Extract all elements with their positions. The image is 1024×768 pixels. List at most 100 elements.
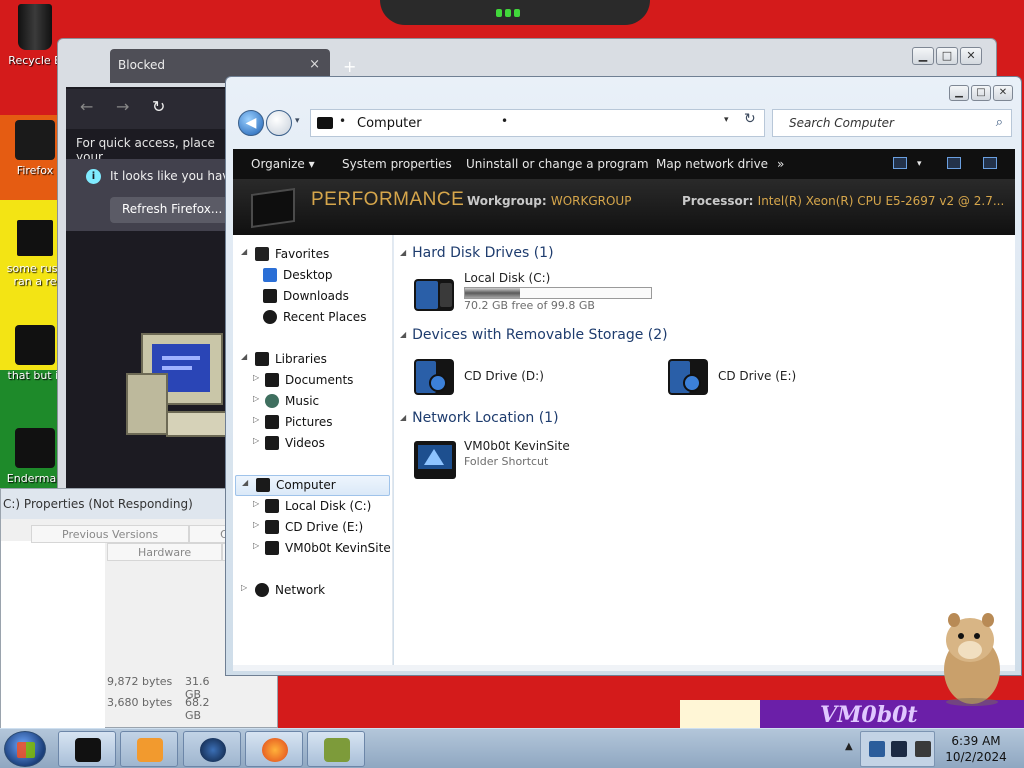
bytes-value: 3,680 bytes [107, 696, 173, 709]
recent-pages-chevron-down-icon[interactable]: ▾ [295, 116, 300, 126]
network-folder-icon [265, 541, 279, 555]
sidebar-item-music[interactable]: ▷ Music [253, 392, 393, 412]
preview-pane-icon[interactable] [947, 157, 961, 169]
breadcrumb-location[interactable]: Computer [357, 116, 422, 131]
collapsed-icon[interactable]: ▷ [241, 583, 247, 592]
organize-label: Organize [251, 157, 305, 171]
collapsed-icon[interactable]: ▷ [253, 394, 259, 403]
network-status-icon[interactable] [891, 741, 907, 757]
downloads-icon [263, 289, 277, 303]
computer-name: PERFORMANCE [311, 189, 465, 210]
sidebar-item-label: Favorites [275, 247, 330, 261]
search-icon[interactable]: ⌕ [996, 115, 1003, 130]
minimize-icon[interactable]: ▁ [912, 47, 934, 65]
collapsed-icon[interactable]: ▷ [253, 499, 259, 508]
bytes-value: 9,872 bytes [107, 675, 173, 688]
system-properties-button[interactable]: System properties [342, 157, 452, 171]
sidebar-item-desktop[interactable]: Desktop [263, 266, 393, 286]
organize-button[interactable]: Organize ▾ [251, 157, 315, 171]
collapsed-icon[interactable]: ▷ [253, 373, 259, 382]
shield-icon[interactable] [869, 741, 885, 757]
expanded-icon[interactable]: ◢ [241, 352, 247, 361]
drive-cd-drive-d[interactable]: CD Drive (D:) [412, 353, 612, 403]
sidebar-item-label: Computer [276, 478, 336, 492]
close-icon[interactable]: ✕ [960, 47, 982, 65]
sidebar-item-libraries[interactable]: ◢ Libraries [241, 350, 391, 370]
taskbar-app-firefox[interactable] [245, 731, 303, 767]
sidebar-item-kevinsite[interactable]: ▷ VM0b0t KevinSite [253, 539, 393, 559]
info-icon: i [86, 169, 101, 184]
address-chevron-down-icon[interactable]: ▾ [724, 115, 729, 125]
explorer-window-controls: ▁ □ ✕ [949, 85, 1013, 101]
collapsed-icon[interactable]: ▷ [253, 436, 259, 445]
network-location-kevinsite[interactable]: VM0b0t KevinSite Folder Shortcut [412, 437, 632, 487]
collapsed-icon[interactable]: ▷ [253, 520, 259, 529]
search-input[interactable]: Search Computer ⌕ [772, 109, 1012, 137]
collapsed-icon[interactable]: ▷ [253, 541, 259, 550]
start-button[interactable] [4, 731, 46, 767]
sidebar-item-pictures[interactable]: ▷ Pictures [253, 413, 393, 433]
group-header-hard-disk-drives[interactable]: ◢ Hard Disk Drives (1) [400, 245, 554, 265]
volume-icon[interactable] [915, 741, 931, 757]
sidebar-item-recent-places[interactable]: Recent Places [263, 308, 393, 328]
uninstall-program-button[interactable]: Uninstall or change a program [466, 157, 649, 171]
breadcrumb-separator[interactable]: • [339, 114, 346, 128]
taskbar-app-box[interactable] [307, 731, 365, 767]
refresh-icon[interactable]: ↻ [744, 111, 756, 127]
expanded-icon[interactable]: ◢ [242, 478, 248, 487]
sidebar-item-cd-drive-e[interactable]: ▷ CD Drive (E:) [253, 518, 393, 538]
address-box[interactable]: • Computer • [310, 109, 765, 137]
back-button[interactable]: ◀ [238, 110, 264, 136]
collapsed-icon[interactable]: ▷ [253, 415, 259, 424]
sidebar-item-downloads[interactable]: Downloads [263, 287, 393, 307]
content-pane: ◢ Hard Disk Drives (1) Local Disk (C:) 70… [394, 235, 1015, 665]
gb-value: 68.2 GB [185, 696, 210, 722]
expanded-icon[interactable]: ◢ [241, 247, 247, 256]
minimize-icon[interactable]: ▁ [949, 85, 969, 101]
close-icon[interactable]: ✕ [993, 85, 1013, 101]
map-network-drive-button[interactable]: Map network drive [656, 157, 768, 171]
help-icon[interactable] [983, 157, 997, 169]
close-tab-icon[interactable]: × [309, 57, 320, 72]
sidebar-item-favorites[interactable]: ◢ Favorites [241, 245, 391, 265]
processor-label: Processor: [682, 194, 754, 208]
sidebar-item-local-disk[interactable]: ▷ Local Disk (C:) [253, 497, 393, 517]
sidebar-item-documents[interactable]: ▷ Documents [253, 371, 393, 391]
drive-cd-drive-e[interactable]: CD Drive (E:) [666, 353, 866, 403]
drive-name: CD Drive (E:) [718, 369, 797, 383]
explorer-bottom-border [233, 665, 1015, 671]
group-header-removable-storage[interactable]: ◢ Devices with Removable Storage (2) [400, 327, 668, 347]
tab-title: Blocked [118, 58, 166, 72]
forward-button[interactable] [266, 110, 292, 136]
group-header-network-location[interactable]: ◢ Network Location (1) [400, 410, 559, 430]
refresh-firefox-button[interactable]: Refresh Firefox... [110, 197, 230, 223]
tab-hardware[interactable]: Hardware [107, 543, 223, 561]
sidebar-item-videos[interactable]: ▷ Videos [253, 434, 393, 454]
maximize-icon[interactable]: □ [936, 47, 958, 65]
maximize-icon[interactable]: □ [971, 85, 991, 101]
taskbar-app-explorer[interactable] [58, 731, 116, 767]
view-chevron-down-icon[interactable]: ▾ [917, 159, 922, 169]
more-commands-button[interactable]: » [777, 157, 784, 171]
show-hidden-icons-icon[interactable]: ▲ [845, 741, 853, 752]
drive-name: Local Disk (C:) [464, 271, 551, 285]
new-tab-icon[interactable]: + [343, 57, 356, 76]
documents-icon [265, 373, 279, 387]
forward-arrow-icon[interactable]: → [116, 97, 129, 116]
taskbar-app-globe[interactable] [183, 731, 241, 767]
tab-previous-versions[interactable]: Previous Versions [31, 525, 190, 543]
firefox-icon [15, 120, 55, 160]
change-view-icon[interactable] [893, 157, 907, 169]
explorer-window[interactable]: ▁ □ ✕ ◀ ▾ • Computer • ▾ ↻ Search Comput… [225, 76, 1022, 676]
reload-icon[interactable]: ↻ [152, 97, 165, 116]
sidebar-item-computer[interactable]: ◢ Computer [235, 475, 390, 496]
back-arrow-icon[interactable]: ← [80, 97, 93, 116]
sidebar-item-network[interactable]: ▷ Network [241, 581, 391, 601]
taskbar-app-media-player[interactable] [120, 731, 178, 767]
bookmarks-hint: For quick access, place your [66, 129, 236, 164]
properties-row: 9,872 bytes 31.6 GB [107, 675, 227, 701]
expanded-icon: ◢ [400, 413, 407, 422]
breadcrumb-separator[interactable]: • [501, 114, 508, 128]
system-clock[interactable]: 6:39 AM 10/2/2024 [936, 733, 1016, 765]
drive-local-disk-c[interactable]: Local Disk (C:) 70.2 GB free of 99.8 GB [412, 269, 672, 319]
